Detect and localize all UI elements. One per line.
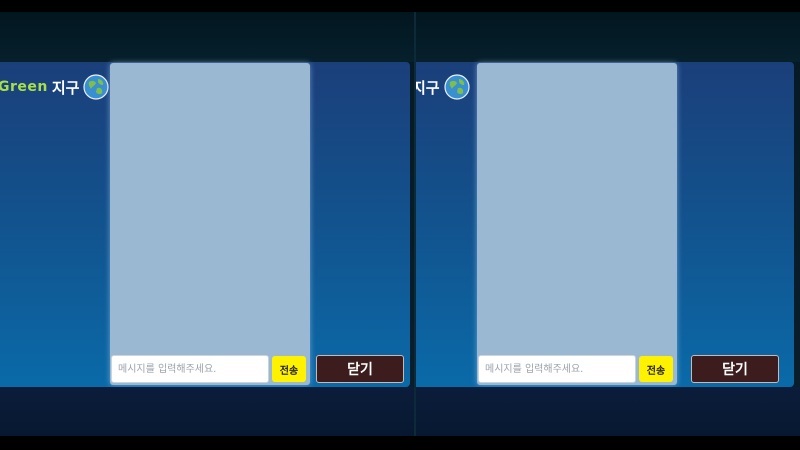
send-button[interactable]: 전송 bbox=[272, 356, 306, 382]
bottom-band bbox=[416, 387, 800, 436]
earth-globe-icon bbox=[83, 74, 110, 100]
bottom-band bbox=[0, 387, 414, 436]
top-band bbox=[0, 12, 414, 62]
brand-earth-text: 지구 bbox=[416, 78, 440, 97]
send-button[interactable]: 전송 bbox=[639, 356, 673, 382]
chat-panel bbox=[110, 63, 310, 385]
message-input[interactable] bbox=[478, 355, 636, 383]
brand-logo: 지구 bbox=[416, 74, 470, 100]
letterbox-bottom bbox=[0, 436, 800, 450]
earth-globe-icon bbox=[444, 74, 470, 100]
brand-logo: Green 지구 bbox=[0, 74, 110, 100]
brand-green-text: Green bbox=[0, 79, 48, 95]
message-input[interactable] bbox=[111, 355, 269, 383]
chat-panel bbox=[477, 63, 677, 385]
letterbox-top bbox=[0, 0, 800, 12]
game-view-left: Green 지구 전송 닫기 bbox=[0, 12, 414, 436]
brand-earth-text: 지구 bbox=[51, 78, 80, 97]
top-band bbox=[416, 12, 800, 62]
game-view-right: 지구 전송 닫기 bbox=[416, 12, 800, 436]
close-button[interactable]: 닫기 bbox=[316, 355, 404, 383]
close-button[interactable]: 닫기 bbox=[691, 355, 779, 383]
